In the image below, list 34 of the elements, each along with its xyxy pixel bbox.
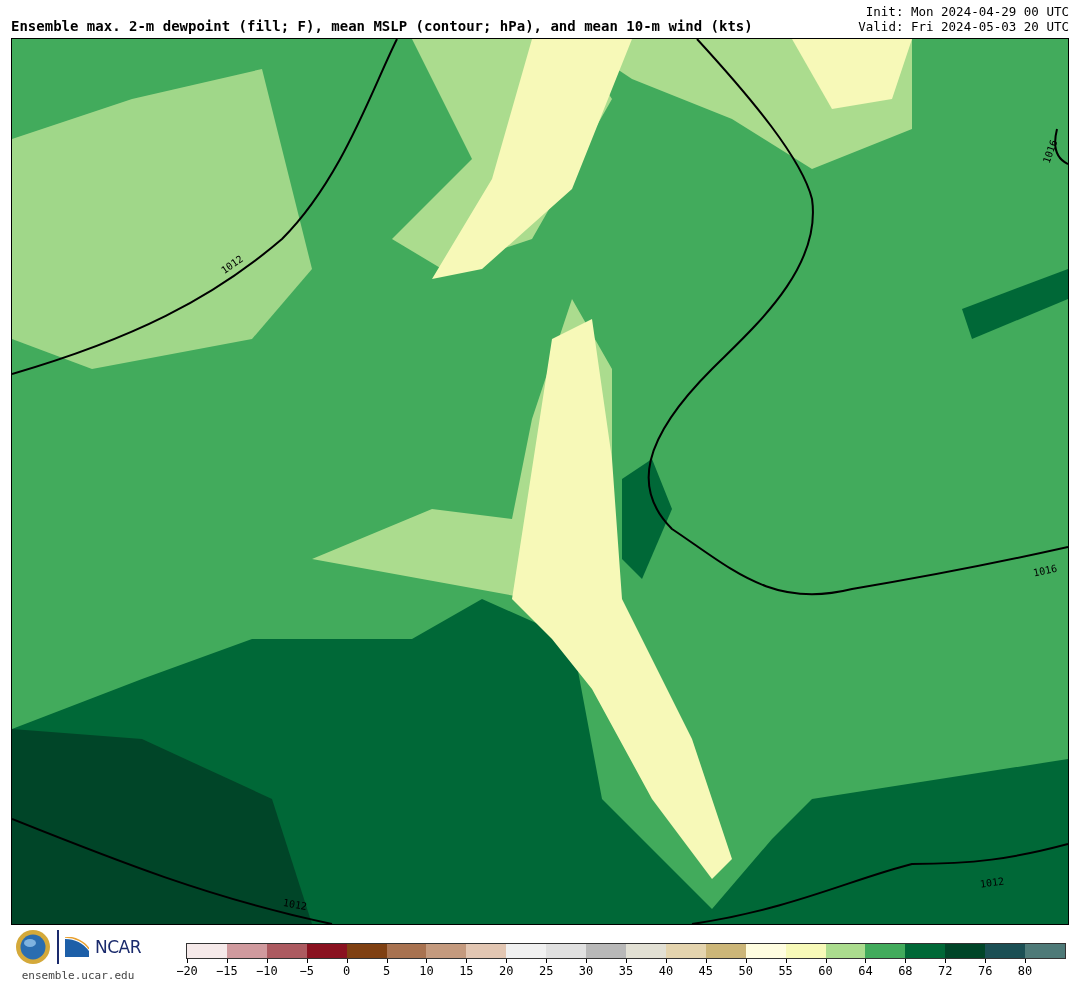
tick-label: 40 bbox=[658, 964, 674, 978]
tick-label: 15 bbox=[459, 964, 474, 978]
init-time: Init: Mon 2024-04-29 00 UTC bbox=[865, 4, 1069, 19]
contour-label: 1012 bbox=[282, 897, 308, 912]
swoosh-icon bbox=[65, 937, 89, 957]
tick-label: −15 bbox=[216, 964, 238, 978]
tick-label: 55 bbox=[778, 964, 793, 978]
contour-label: 1016 bbox=[1040, 138, 1060, 165]
tick-label: 60 bbox=[818, 964, 833, 978]
tick-label: −20 bbox=[176, 964, 198, 978]
contour-label: 1012 bbox=[979, 875, 1005, 890]
tick-label: 80 bbox=[1017, 964, 1033, 978]
ncar-wordmark: NCAR bbox=[95, 937, 141, 957]
tick-label: 30 bbox=[578, 964, 594, 978]
tick-label: 5 bbox=[382, 964, 391, 978]
chart-title: Ensemble max. 2-m dewpoint (fill; F), mean MSLP (contour; hPa), and mean 10-m wind (kts) bbox=[11, 18, 753, 34]
website-url: ensemble.ucar.edu bbox=[21, 969, 135, 982]
tick-label: 0 bbox=[343, 964, 351, 978]
tick-label: 10 bbox=[419, 964, 434, 978]
tick-label: 35 bbox=[618, 964, 634, 978]
tick-label: 45 bbox=[698, 964, 714, 978]
tick-label: 76 bbox=[977, 964, 993, 978]
contour-label: 1016 bbox=[1032, 562, 1058, 579]
tick-label: 64 bbox=[858, 964, 873, 978]
divider-line-icon bbox=[57, 930, 59, 964]
tick-label: −5 bbox=[299, 964, 314, 978]
valid-time: Valid: Fri 2024-05-03 20 UTC bbox=[858, 19, 1069, 34]
tick-label: 20 bbox=[499, 964, 514, 978]
tick-label: 68 bbox=[898, 964, 913, 978]
tick-label: 50 bbox=[738, 964, 753, 978]
tick-label: 25 bbox=[538, 964, 554, 978]
tick-label: −10 bbox=[255, 964, 278, 978]
globe-seal-icon bbox=[15, 929, 51, 965]
tick-label: 72 bbox=[938, 964, 953, 978]
